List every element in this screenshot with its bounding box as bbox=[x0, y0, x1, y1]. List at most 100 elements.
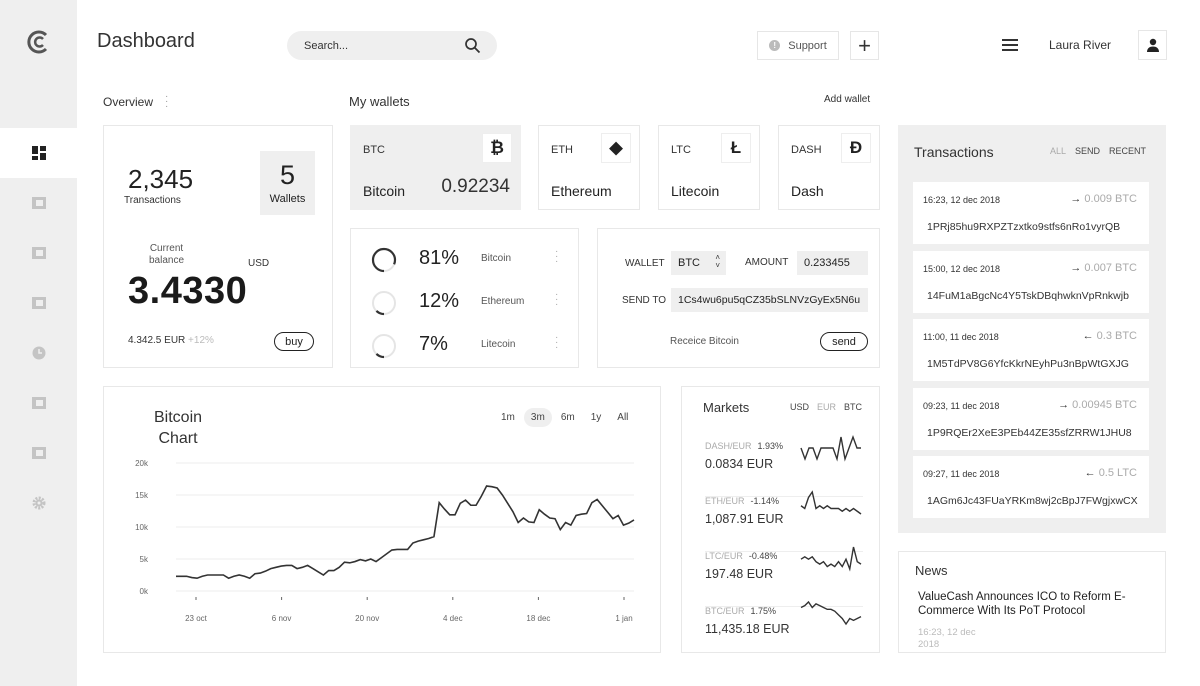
news-headline[interactable]: ValueCash Announces ICO to Reform E-Comm… bbox=[918, 590, 1138, 618]
y-tick-label: 20k bbox=[135, 459, 149, 468]
dashboard-icon bbox=[31, 146, 46, 160]
wallet-code: ETH bbox=[551, 144, 573, 156]
portfolio-percent: 7% bbox=[419, 333, 448, 355]
market-value: 11,435.18 EUR bbox=[705, 622, 790, 636]
sendto-input[interactable]: 1Cs4wu6pu5qCZ35bSLNVzGyEx5N6u bbox=[671, 288, 868, 312]
sparkline-line bbox=[800, 434, 861, 462]
wallets-label: Wallets bbox=[269, 193, 306, 205]
sidebar-item-dashboard[interactable] bbox=[0, 128, 77, 178]
wallet-select[interactable]: BTC ˄ ˅ bbox=[671, 251, 726, 275]
currency-eur[interactable]: EUR bbox=[817, 402, 836, 412]
transaction-amount-value: 0.00945 BTC bbox=[1072, 398, 1137, 411]
currency-label: USD bbox=[248, 258, 270, 269]
wallet-card-btc[interactable]: BTC Bitcoin ₿ 0.92234 bbox=[350, 125, 521, 210]
filter-send[interactable]: SEND bbox=[1075, 146, 1100, 156]
wallet-name: Dash bbox=[791, 183, 824, 199]
wallet-card-ltc[interactable]: LTC Litecoin Ł bbox=[658, 125, 760, 210]
user-name[interactable]: Laura River bbox=[1049, 38, 1111, 52]
support-button[interactable]: ! Support bbox=[757, 31, 839, 60]
market-value: 197.48 EUR bbox=[705, 567, 774, 581]
sidebar-item-calendar[interactable] bbox=[0, 278, 77, 328]
wallets-box: 5 Wallets bbox=[260, 151, 315, 215]
search-placeholder: Search... bbox=[304, 40, 349, 52]
amount-value: 0.233455 bbox=[804, 257, 850, 269]
market-row[interactable]: BTC/EUR 1.75% 11,435.18 EUR bbox=[705, 600, 863, 662]
sendto-label: SEND TO bbox=[622, 295, 667, 306]
buy-button[interactable]: buy bbox=[274, 332, 314, 351]
more-vertical-icon[interactable]: · · · bbox=[555, 290, 558, 310]
currency-usd[interactable]: USD bbox=[790, 402, 809, 412]
receive-link[interactable]: Receice Bitcoin bbox=[670, 336, 739, 347]
filter-recent[interactable]: RECENT bbox=[1109, 146, 1146, 156]
amount-input[interactable]: 0.233455 bbox=[797, 251, 868, 275]
sendto-value: 1Cs4wu6pu5qCZ35bSLNVzGyEx5N6u bbox=[678, 294, 861, 306]
add-button[interactable]: + bbox=[850, 31, 879, 60]
sidebar-item-document[interactable] bbox=[0, 428, 77, 478]
logo-icon bbox=[26, 30, 50, 54]
x-tick-label: 6 nov bbox=[272, 614, 292, 623]
menu-icon[interactable] bbox=[1002, 39, 1018, 51]
eur-balance: 4.342.5 EUR bbox=[128, 335, 186, 346]
overview-label: Overview bbox=[103, 95, 154, 109]
arrow-right-icon: → bbox=[1070, 261, 1085, 274]
add-wallet-link[interactable]: Add wallet bbox=[824, 94, 870, 105]
more-vertical-icon[interactable]: · · · bbox=[165, 92, 169, 112]
arrow-right-icon: → bbox=[1058, 398, 1073, 411]
sidebar-item-clock[interactable] bbox=[0, 328, 77, 378]
wallet-label: WALLET bbox=[625, 258, 665, 269]
price-line bbox=[176, 485, 635, 580]
transaction-item[interactable]: 09:23, 11 dec 2018 → 0.00945 BTC 1P9RQEr2X… bbox=[913, 387, 1149, 450]
bar-chart-icon bbox=[31, 246, 46, 260]
balance-label-2: balance bbox=[149, 255, 185, 266]
support-label: Support bbox=[788, 39, 827, 52]
filter-all[interactable]: ALL bbox=[1050, 146, 1066, 156]
wallet-icon bbox=[31, 196, 46, 210]
user-avatar-button[interactable] bbox=[1138, 30, 1167, 60]
sidebar-item-bar-chart[interactable] bbox=[0, 228, 77, 278]
market-change: 1.75% bbox=[750, 606, 777, 616]
user-icon bbox=[1146, 38, 1159, 52]
market-pair: DASH/EUR 1.93% bbox=[705, 441, 783, 451]
more-vertical-icon[interactable]: · · · bbox=[555, 333, 558, 353]
wallet-card-dash[interactable]: DASH Dash Đ bbox=[778, 125, 880, 210]
search-icon[interactable] bbox=[464, 37, 481, 54]
transaction-amount: → 0.009 BTC bbox=[1070, 193, 1137, 205]
balance-label: Current bbox=[149, 243, 184, 254]
transaction-item[interactable]: 16:23, 12 dec 2018 → 0.009 BTC 1PRj85hu9RX… bbox=[913, 182, 1149, 244]
search-input[interactable]: Search... bbox=[287, 31, 497, 60]
transaction-hash: 14FuM1aBgcNc4Y5TskDBqhwknVpRnkwjb bbox=[927, 289, 1129, 302]
more-vertical-icon[interactable]: · · · bbox=[555, 247, 558, 267]
wallet-name: Ethereum bbox=[551, 183, 612, 199]
sidebar-item-wallet[interactable] bbox=[0, 178, 77, 228]
transaction-amount-value: 0.007 BTC bbox=[1084, 261, 1137, 274]
arrow-left-icon: ← bbox=[1084, 467, 1099, 479]
sparkline bbox=[800, 546, 862, 572]
transaction-amount-value: 0.5 LTC bbox=[1098, 467, 1137, 479]
market-pair-label: BTC/EUR bbox=[705, 606, 745, 616]
send-button[interactable]: send bbox=[820, 332, 868, 351]
transaction-item[interactable]: 11:00, 11 dec 2018 ← 0.3 BTC 1M5TdPV8G6Yfc… bbox=[913, 319, 1149, 381]
transaction-item[interactable]: 15:00, 12 dec 2018 → 0.007 BTC 14FuM1aBgcN… bbox=[913, 250, 1149, 313]
transaction-hash: 1M5TdPV8G6YfcKkrNEyhPu3nBpWtGXJG bbox=[927, 358, 1129, 370]
x-tick-label: 23 oct bbox=[185, 614, 208, 623]
wallet-amount: 0.92234 bbox=[441, 176, 510, 197]
x-tick-label: 1 jan bbox=[615, 614, 632, 623]
table-icon bbox=[31, 396, 46, 410]
litecoin-icon: Ł bbox=[721, 133, 751, 163]
overview-card: 2,345 Transactions 5 Wallets Current bal… bbox=[103, 125, 333, 368]
balance-value: 3.4330 bbox=[128, 270, 248, 312]
bitcoin-chart-card: Bitcoin Chart 1m 3m 6m 1y All 20k 15k 10k 5k 0k 2… bbox=[103, 386, 661, 653]
document-icon bbox=[31, 446, 46, 460]
sparkline-line bbox=[800, 546, 862, 572]
y-tick-label: 5k bbox=[140, 555, 149, 564]
progress-ring-icon bbox=[371, 333, 397, 359]
calendar-icon bbox=[31, 296, 46, 310]
transaction-amount-value: 0.009 BTC bbox=[1084, 193, 1137, 205]
market-value: 1,087.91 EUR bbox=[705, 512, 784, 526]
wallet-card-eth[interactable]: ETH Ethereum ◆ bbox=[538, 125, 640, 210]
transaction-hash: 1AGm6Jc43FUaYRKm8wj2cBpJ7FWgjxwCX bbox=[927, 495, 1138, 507]
currency-btc[interactable]: BTC bbox=[844, 402, 862, 412]
sidebar-item-gear[interactable] bbox=[0, 478, 77, 528]
transaction-item[interactable]: 09:27, 11 dec 2018 ← 0.5 LTC 1AGm6Jc43FUaY… bbox=[913, 456, 1149, 518]
sidebar-item-table[interactable] bbox=[0, 378, 77, 428]
